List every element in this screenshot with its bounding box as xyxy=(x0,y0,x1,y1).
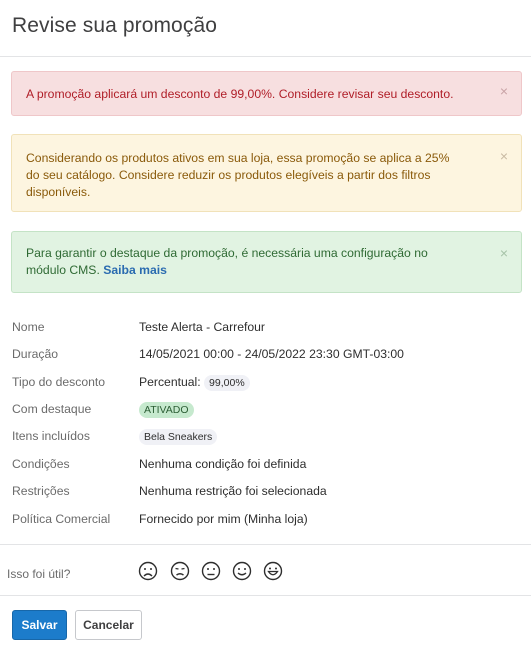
detail-label: Itens incluídos xyxy=(12,429,90,443)
neutral-face-icon[interactable] xyxy=(201,561,221,581)
detail-value: ATIVADO xyxy=(139,402,194,418)
close-icon[interactable]: × xyxy=(500,149,508,163)
learn-more-link[interactable]: Saiba mais xyxy=(103,263,167,277)
detail-row-conditions: Condições Nenhuma condição foi definida xyxy=(12,453,512,475)
discount-type-text: Percentual: xyxy=(139,375,201,390)
detail-row-included-items: Itens incluídos Bela Sneakers xyxy=(12,425,512,447)
detail-value: Teste Alerta - Carrefour xyxy=(139,320,265,334)
detail-label: Com destaque xyxy=(12,402,92,416)
detail-row-duration: Duração 14/05/2021 00:00 - 24/05/2022 23… xyxy=(12,343,512,365)
detail-row-commercial-policy: Política Comercial Fornecido por mim (Mi… xyxy=(12,508,512,530)
modal-header: Revise sua promoção xyxy=(0,0,531,57)
detail-row-name: Nome Teste Alerta - Carrefour xyxy=(12,316,512,338)
detail-label: Condições xyxy=(12,457,70,471)
page-title: Revise sua promoção xyxy=(12,14,217,37)
very-happy-face-icon[interactable] xyxy=(263,561,283,581)
divider xyxy=(0,544,531,545)
close-icon[interactable]: × xyxy=(500,84,508,98)
detail-label: Tipo do desconto xyxy=(12,375,106,389)
detail-value: Bela Sneakers xyxy=(139,429,218,445)
danger-alert-text: A promoção aplicará um desconto de 99,00… xyxy=(26,87,454,101)
catalog-warning-alert: Considerando os produtos ativos em sua l… xyxy=(11,134,522,212)
detail-value: Percentual: 99,00% xyxy=(139,375,250,391)
detail-value: 14/05/2021 00:00 - 24/05/2022 23:30 GMT-… xyxy=(139,347,404,361)
detail-value: Nenhuma condição foi definida xyxy=(139,457,307,471)
discount-danger-alert: A promoção aplicará um desconto de 99,00… xyxy=(11,71,522,116)
discount-value-badge: 99,00% xyxy=(204,375,250,391)
save-button[interactable]: Salvar xyxy=(12,610,67,640)
success-alert-line: módulo CMS. xyxy=(26,263,100,277)
detail-label: Duração xyxy=(12,347,59,361)
detail-label: Restrições xyxy=(12,484,70,498)
success-alert-line: Para garantir o destaque da promoção, é … xyxy=(26,246,428,260)
detail-value: Fornecido por mim (Minha loja) xyxy=(139,512,308,526)
warning-alert-line: do seu catálogo. Considere reduzir os pr… xyxy=(26,168,431,182)
happy-face-icon[interactable] xyxy=(232,561,252,581)
cancel-button[interactable]: Cancelar xyxy=(75,610,142,640)
cms-success-alert: Para garantir o destaque da promoção, é … xyxy=(11,231,522,293)
detail-row-restrictions: Restrições Nenhuma restrição foi selecio… xyxy=(12,480,512,502)
warning-alert-line: disponíveis. xyxy=(26,185,91,199)
sad-face-icon[interactable] xyxy=(170,561,190,581)
feedback-question: Isso foi útil? xyxy=(7,567,71,581)
detail-row-discount-type: Tipo do desconto Percentual: 99,00% xyxy=(12,371,512,393)
very-sad-face-icon[interactable] xyxy=(138,561,158,581)
feedback-section: Isso foi útil? xyxy=(7,561,507,584)
close-icon[interactable]: × xyxy=(500,246,508,260)
divider xyxy=(0,595,531,596)
detail-label: Política Comercial xyxy=(12,512,111,526)
detail-row-highlight: Com destaque ATIVADO xyxy=(12,398,512,420)
status-badge: ATIVADO xyxy=(139,402,194,418)
warning-alert-line: Considerando os produtos ativos em sua l… xyxy=(26,151,450,165)
detail-label: Nome xyxy=(12,320,45,334)
detail-value: Nenhuma restrição foi selecionada xyxy=(139,484,327,498)
included-item-badge: Bela Sneakers xyxy=(139,429,218,445)
